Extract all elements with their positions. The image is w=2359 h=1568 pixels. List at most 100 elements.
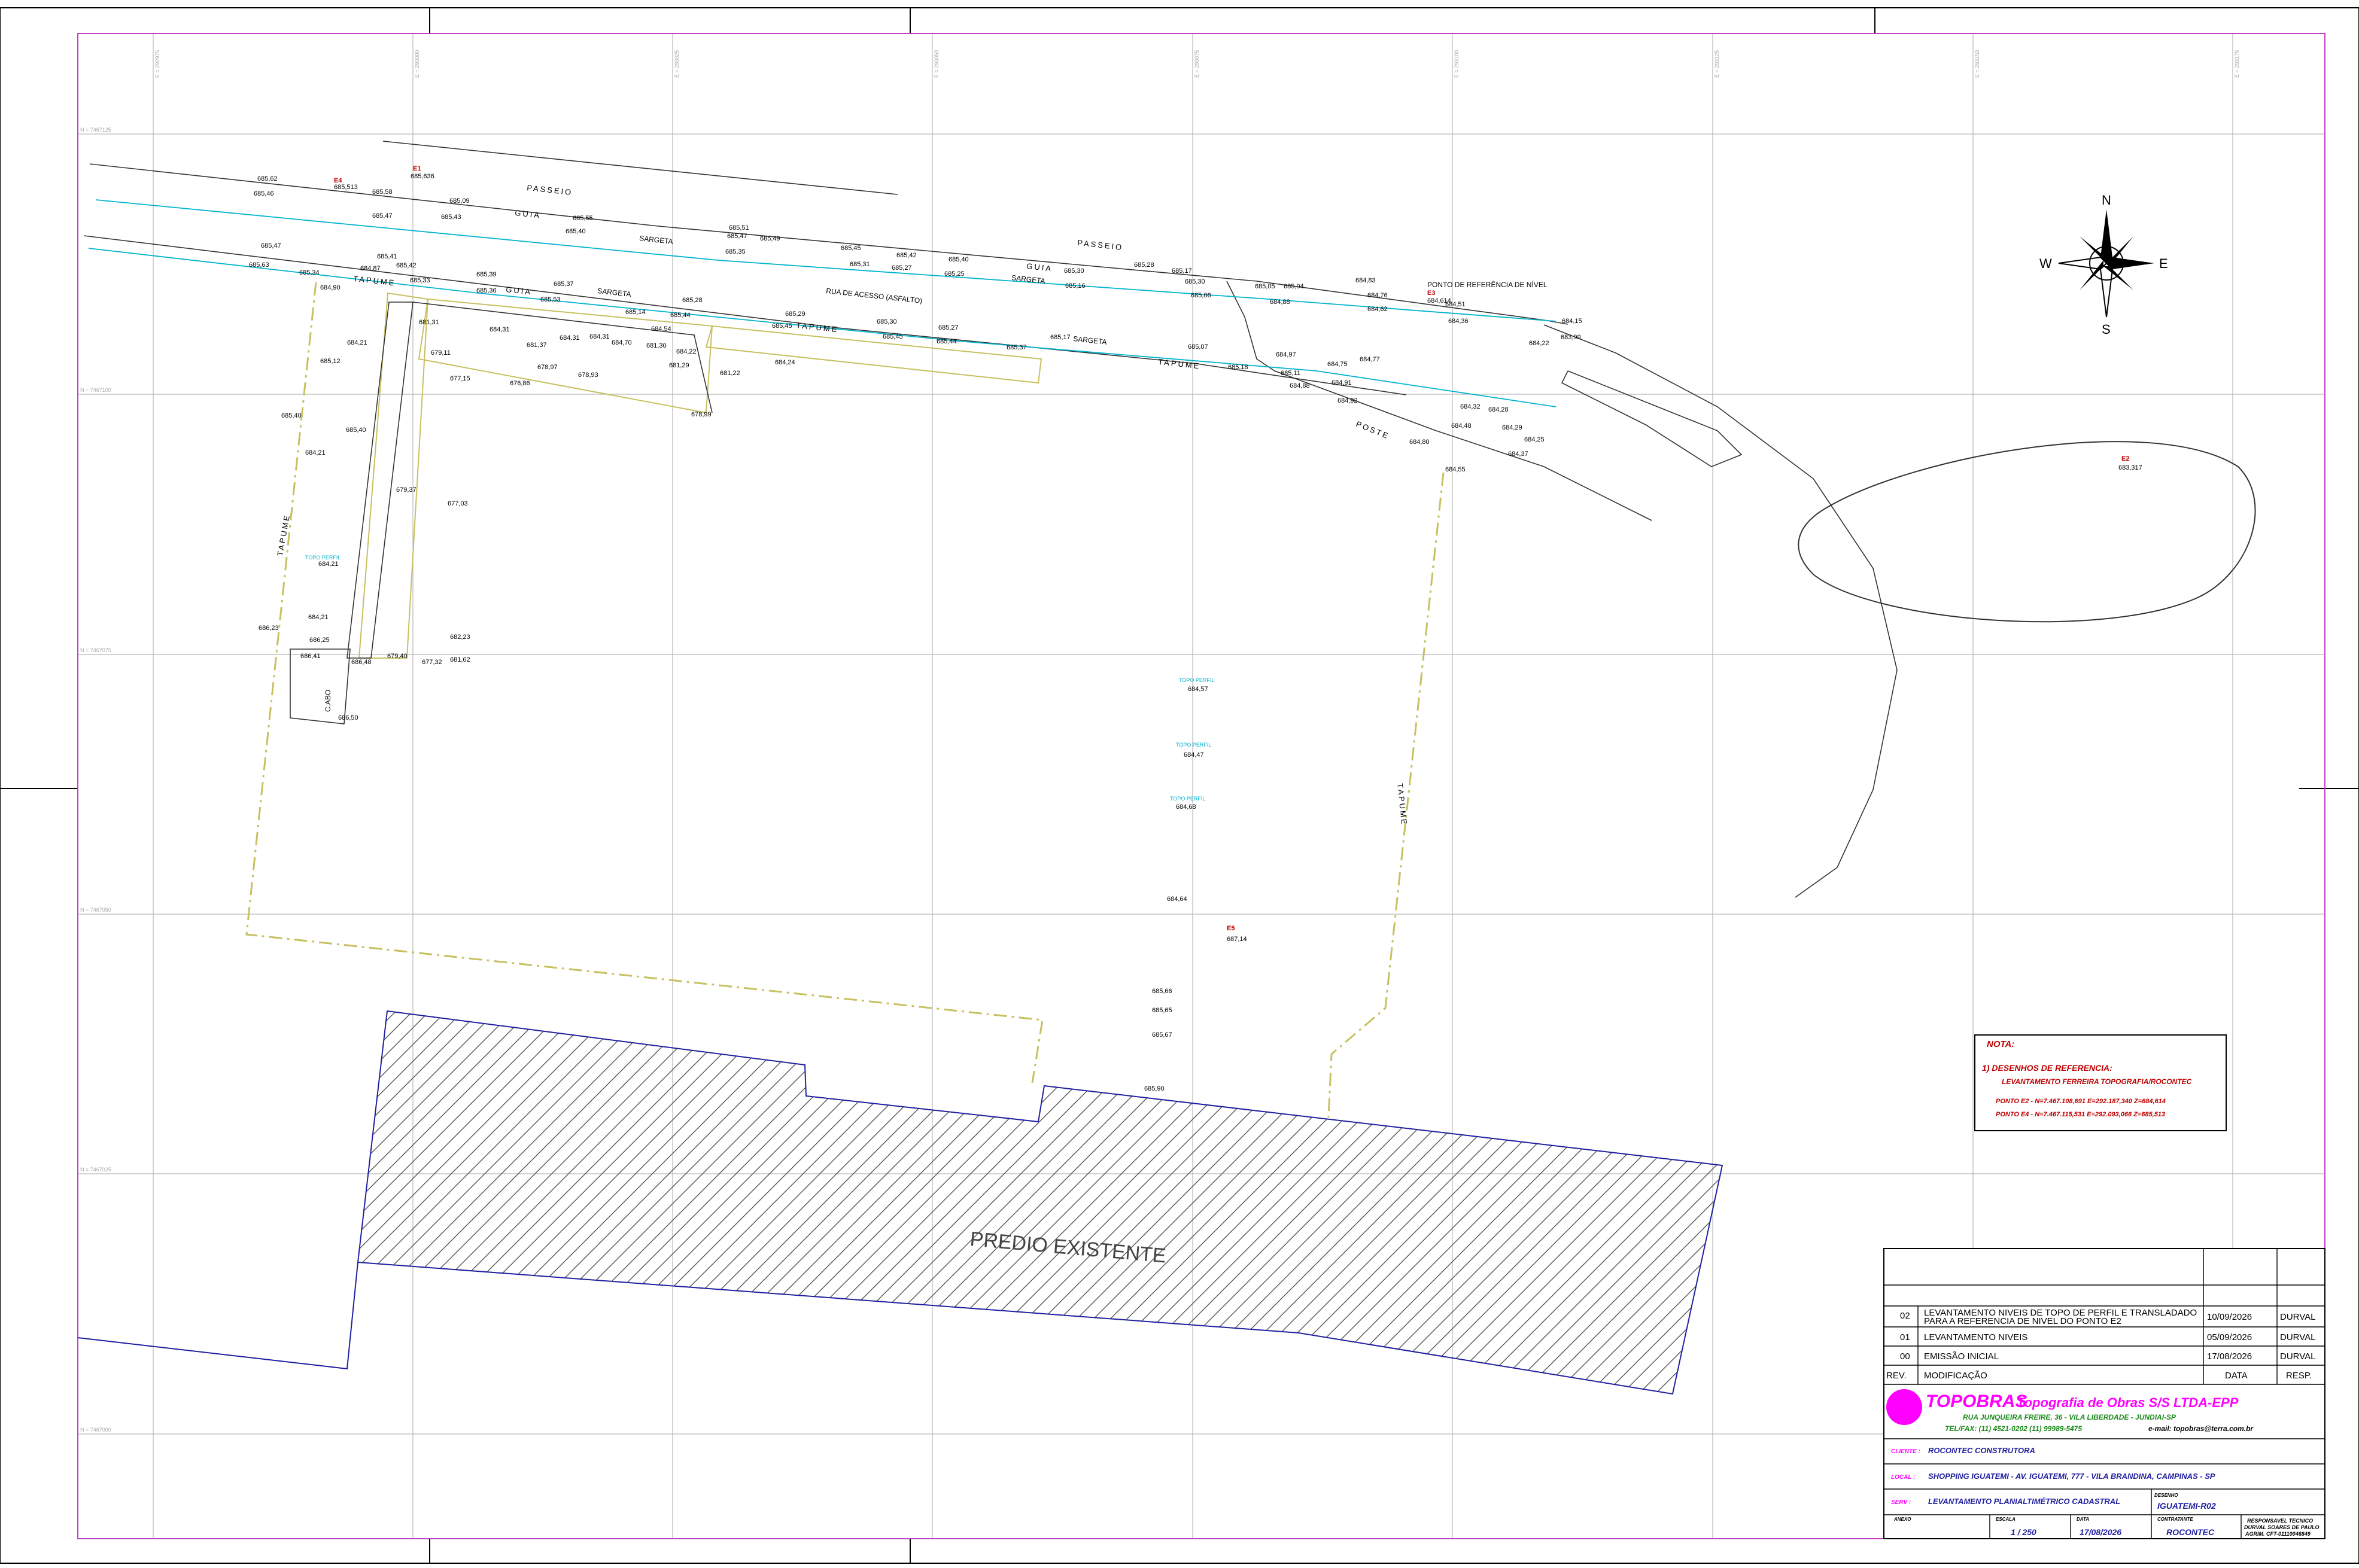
compass-w: W — [2039, 256, 2052, 271]
svg-text:685,66: 685,66 — [1152, 988, 1172, 995]
existing-building — [357, 1010, 1723, 1395]
svg-text:684,31: 684,31 — [560, 334, 580, 342]
svg-text:684,32: 684,32 — [1460, 403, 1481, 410]
svg-text:685,40: 685,40 — [566, 228, 586, 235]
svg-text:EMISSÃO INICIAL: EMISSÃO INICIAL — [1924, 1351, 1999, 1362]
svg-text:RUA DE ACESSO (ASFALTO): RUA DE ACESSO (ASFALTO) — [826, 287, 923, 305]
svg-text:685,27: 685,27 — [892, 264, 912, 272]
svg-text:683,317: 683,317 — [2118, 464, 2142, 471]
svg-text:LOCAL :: LOCAL : — [1891, 1474, 1915, 1481]
svg-text:DATA: DATA — [2077, 1517, 2089, 1522]
svg-text:684,31: 684,31 — [490, 326, 510, 333]
svg-text:687,14: 687,14 — [1227, 936, 1247, 943]
svg-text:E = 293125: E = 293125 — [1714, 50, 1720, 78]
svg-text:PONTO E2 - N=7.467.108,691: PONTO E2 - N=7.467.108,691 E=292.187,340… — [1996, 1098, 2166, 1105]
svg-text:684,83: 684,83 — [1355, 277, 1376, 284]
road-lines — [83, 141, 1898, 898]
svg-text:TAPUME: TAPUME — [353, 274, 396, 287]
svg-text:685,12: 685,12 — [320, 358, 341, 365]
svg-text:684,62: 684,62 — [1367, 306, 1388, 313]
guia-lines — [88, 199, 1557, 407]
svg-text:E = 292975: E = 292975 — [154, 50, 160, 78]
svg-text:TOPO PERFIL: TOPO PERFIL — [1176, 742, 1211, 748]
svg-text:685,51: 685,51 — [729, 224, 749, 232]
svg-text:GUIA: GUIA — [515, 208, 542, 220]
svg-text:685,636: 685,636 — [411, 173, 434, 180]
north-arrow: N S E W — [2039, 193, 2168, 337]
svg-text:685,34: 685,34 — [299, 269, 320, 276]
svg-text:17/08/2026: 17/08/2026 — [2080, 1527, 2121, 1537]
svg-text:684,77: 684,77 — [1360, 356, 1380, 363]
elevation-labels: 685,62 685,46 685,58 685,47 685,09 685,4… — [249, 175, 1582, 1092]
svg-text:RESPONSAVEL TECNICO: RESPONSAVEL TECNICO — [2247, 1518, 2313, 1524]
svg-text:E = 293175: E = 293175 — [2234, 50, 2240, 78]
svg-text:685,35: 685,35 — [725, 248, 746, 255]
svg-text:685,37: 685,37 — [554, 281, 574, 288]
svg-text:685,53: 685,53 — [540, 296, 561, 303]
svg-text:684,64: 684,64 — [1167, 896, 1187, 903]
svg-text:E = 293025: E = 293025 — [674, 50, 680, 78]
svg-text:685,45: 685,45 — [772, 322, 792, 330]
svg-text:681,62: 681,62 — [450, 656, 470, 663]
svg-text:ANEXO: ANEXO — [1893, 1517, 1911, 1522]
svg-text:685,47: 685,47 — [727, 233, 747, 240]
svg-text:685,25: 685,25 — [944, 270, 965, 278]
svg-text:681,37: 681,37 — [527, 342, 547, 349]
svg-text:DATA: DATA — [2225, 1371, 2248, 1381]
svg-text:E1: E1 — [413, 165, 421, 172]
svg-text:SARGETA: SARGETA — [1011, 273, 1046, 285]
svg-text:685,31: 685,31 — [850, 261, 870, 268]
svg-text:685,09: 685,09 — [449, 197, 470, 205]
topobras-logo — [1886, 1389, 1922, 1425]
svg-text:N = 7467125: N = 7467125 — [80, 127, 111, 133]
svg-text:685,62: 685,62 — [257, 175, 278, 182]
svg-text:685,41: 685,41 — [377, 253, 397, 260]
svg-text:1) DESENHOS DE REFERENCIA:: 1) DESENHOS DE REFERENCIA: — [1982, 1063, 2112, 1073]
svg-text:685,65: 685,65 — [1152, 1007, 1172, 1014]
svg-text:ROCONTEC CONSTRUTORA: ROCONTEC CONSTRUTORA — [1928, 1446, 2035, 1455]
svg-text:676,86: 676,86 — [510, 380, 530, 387]
svg-text:00: 00 — [1900, 1351, 1910, 1362]
svg-text:TOPO PERFIL: TOPO PERFIL — [1170, 796, 1205, 802]
svg-text:SHOPPING IGUATEMI - AV. IGUA: SHOPPING IGUATEMI - AV. IGUATEMI, 777 - … — [1928, 1472, 2215, 1481]
svg-text:685,05: 685,05 — [1255, 283, 1275, 290]
svg-text:685,16: 685,16 — [1065, 282, 1086, 290]
svg-text:685,39: 685,39 — [476, 271, 497, 278]
svg-text:684,21: 684,21 — [308, 614, 329, 621]
building-edge-west — [77, 1262, 358, 1370]
svg-text:684,75: 684,75 — [1327, 361, 1348, 368]
svg-text:E = 293000: E = 293000 — [414, 50, 420, 78]
svg-text:E = 293075: E = 293075 — [1194, 50, 1200, 78]
svg-text:SARGETA: SARGETA — [597, 287, 632, 299]
svg-text:PONTO DE REFERÊNCIA DE NÍVEL: PONTO DE REFERÊNCIA DE NÍVEL — [1427, 280, 1548, 289]
svg-text:677,15: 677,15 — [450, 375, 470, 382]
svg-text:678,97: 678,97 — [537, 364, 558, 371]
svg-text:682,23: 682,23 — [450, 634, 470, 641]
svg-text:684,48: 684,48 — [1451, 422, 1472, 430]
svg-text:685,55: 685,55 — [573, 215, 593, 222]
svg-text:684,91: 684,91 — [1332, 379, 1352, 386]
compass-s: S — [2102, 322, 2111, 337]
svg-text:684,21: 684,21 — [305, 449, 326, 456]
svg-text:685,44: 685,44 — [670, 312, 691, 319]
svg-text:677,03: 677,03 — [448, 500, 468, 507]
svg-text:679,40: 679,40 — [387, 653, 408, 660]
svg-text:17/08/2026: 17/08/2026 — [2207, 1351, 2252, 1362]
svg-text:684,21: 684,21 — [347, 339, 367, 346]
svg-text:685,37: 685,37 — [1007, 344, 1027, 351]
svg-text:TOPO PERFIL: TOPO PERFIL — [305, 555, 341, 561]
svg-text:684,92: 684,92 — [1337, 397, 1358, 404]
svg-text:686,50: 686,50 — [338, 714, 358, 721]
svg-text:RUA JUNQUEIRA FREIRE, 36 - V: RUA JUNQUEIRA FREIRE, 36 - VILA LIBERDAD… — [1963, 1413, 2176, 1421]
svg-text:684,22: 684,22 — [1529, 340, 1549, 347]
svg-text:684,97: 684,97 — [1276, 351, 1296, 358]
svg-text:IGUATEMI-R02: IGUATEMI-R02 — [2157, 1501, 2216, 1511]
svg-text:685,58: 685,58 — [372, 188, 393, 196]
svg-text:684,68: 684,68 — [1176, 803, 1196, 811]
svg-text:02: 02 — [1900, 1311, 1910, 1321]
svg-text:681,30: 681,30 — [646, 342, 667, 349]
svg-text:PASSEIO: PASSEIO — [527, 183, 573, 197]
svg-text:685,36: 685,36 — [476, 287, 497, 294]
survey-drawing: N = 7467125 N = 7467100 N = 7467075 N = … — [0, 7, 2359, 1564]
svg-text:685,11: 685,11 — [1281, 370, 1300, 377]
